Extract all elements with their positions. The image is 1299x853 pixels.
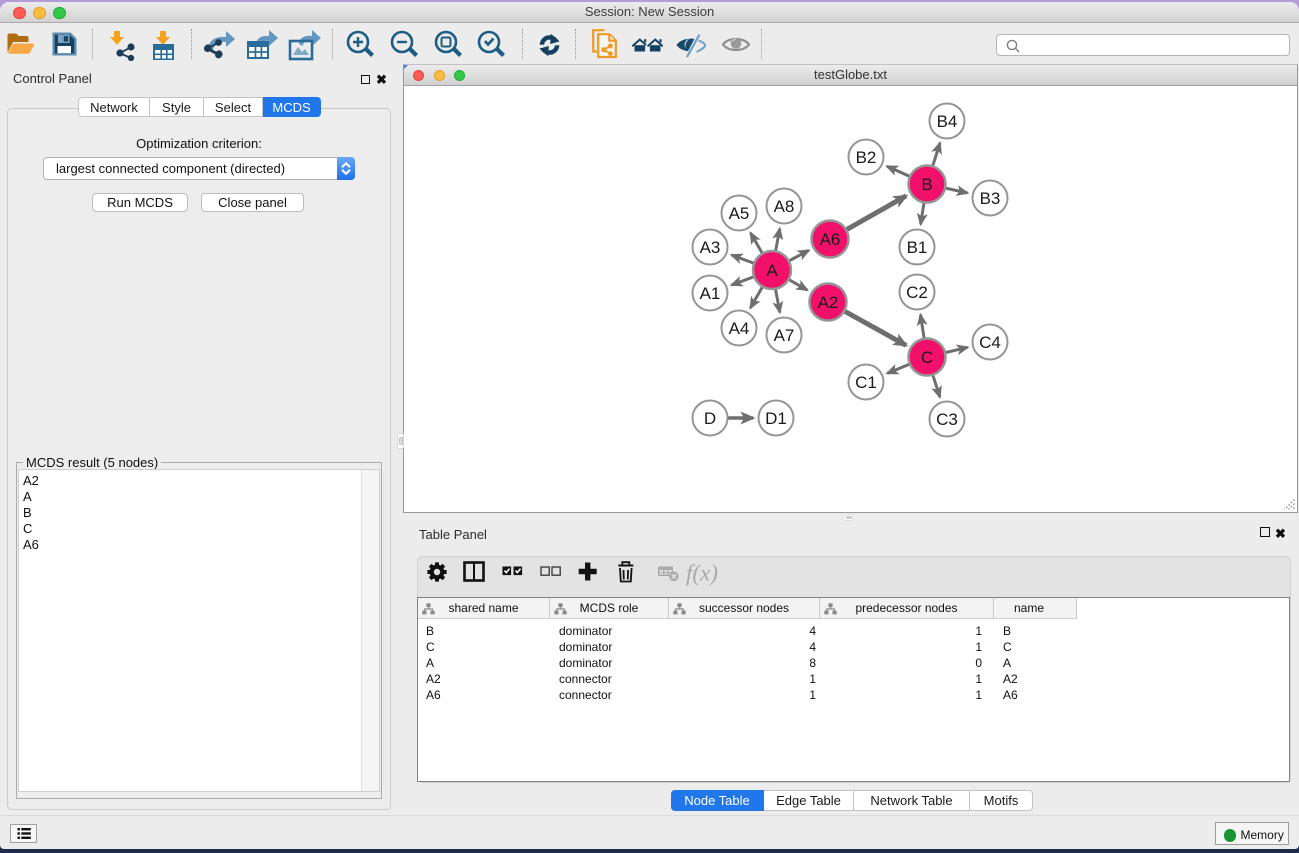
svg-text:A5: A5 (729, 204, 750, 223)
svg-text:B2: B2 (856, 148, 877, 167)
svg-text:A2: A2 (818, 293, 839, 312)
svg-text:B4: B4 (937, 112, 958, 131)
svg-text:B: B (921, 175, 932, 194)
svg-text:C3: C3 (936, 410, 958, 429)
svg-text:A6: A6 (820, 230, 841, 249)
svg-text:D1: D1 (765, 409, 787, 428)
svg-text:f(x): f(x) (686, 561, 718, 586)
svg-text:C: C (921, 348, 933, 367)
svg-text:A7: A7 (774, 326, 795, 345)
svg-text:C2: C2 (906, 283, 928, 302)
svg-text:A8: A8 (774, 197, 795, 216)
svg-text:B1: B1 (907, 238, 928, 257)
svg-text:C4: C4 (979, 333, 1001, 352)
svg-text:C1: C1 (855, 373, 877, 392)
svg-text:A1: A1 (700, 284, 721, 303)
svg-text:A4: A4 (729, 319, 750, 338)
svg-text:B3: B3 (980, 189, 1001, 208)
svg-text:A3: A3 (700, 238, 721, 257)
svg-text:D: D (704, 409, 716, 428)
svg-text:A: A (766, 261, 778, 280)
